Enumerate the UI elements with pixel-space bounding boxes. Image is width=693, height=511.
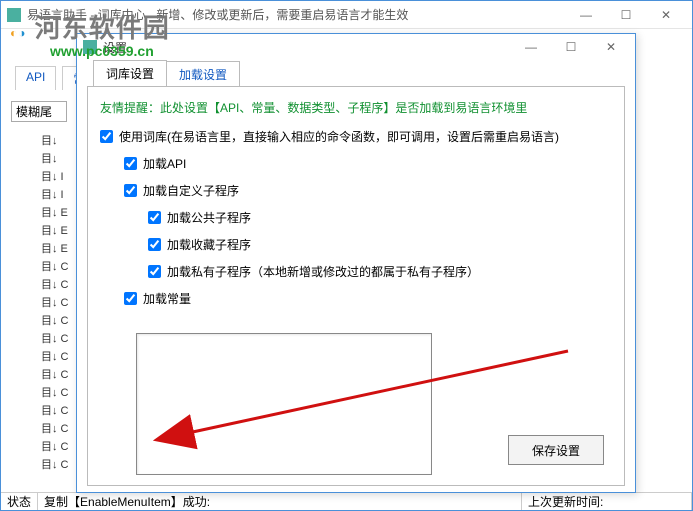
list-item[interactable]: 目↓ C	[41, 293, 71, 311]
list-item[interactable]: 目↓ C	[41, 365, 71, 383]
checkbox-public-label: 加载公共子程序	[167, 209, 251, 226]
list-item[interactable]: 目↓ E	[41, 239, 71, 257]
mode-select[interactable]: 模糊尾	[11, 101, 67, 122]
dialog-maximize-button[interactable]: ☐	[551, 35, 591, 59]
save-button[interactable]: 保存设置	[508, 435, 604, 465]
list-item[interactable]: 目↓ C	[41, 455, 71, 473]
checkbox-const[interactable]: 加载常量	[124, 290, 612, 307]
checkbox-private-input[interactable]	[148, 265, 161, 278]
checkbox-fav-input[interactable]	[148, 238, 161, 251]
checkbox-private-label: 加载私有子程序（本地新增或修改过的都属于私有子程序）	[167, 263, 479, 280]
list-item[interactable]: 目↓ C	[41, 311, 71, 329]
list-item[interactable]: 目↓ E	[41, 203, 71, 221]
list-item[interactable]: 目↓ C	[41, 329, 71, 347]
list-item[interactable]: 目↓ E	[41, 221, 71, 239]
maximize-button[interactable]: ☐	[606, 3, 646, 27]
list-item[interactable]: 目↓ C	[41, 437, 71, 455]
hint-prefix: 友情提醒：	[100, 101, 160, 115]
checkbox-use-lib-input[interactable]	[100, 130, 113, 143]
checkbox-use-lib-label: 使用词库(在易语言里，直接输入相应的命令函数，即可调用，设置后需重启易语言)	[119, 128, 559, 145]
checkbox-load-api-label: 加载API	[143, 155, 186, 172]
checkbox-load-api[interactable]: 加载API	[124, 155, 612, 172]
list-item[interactable]: 目↓ C	[41, 347, 71, 365]
checkbox-private[interactable]: 加载私有子程序（本地新增或修改过的都属于私有子程序）	[148, 263, 612, 280]
checkbox-const-input[interactable]	[124, 292, 137, 305]
main-titlebar: 易语言助手 - 词库中心 - 新增、修改或更新后，需要重启易语言才能生效 — ☐…	[1, 1, 692, 29]
main-title: 易语言助手 - 词库中心 - 新增、修改或更新后，需要重启易语言才能生效	[27, 6, 566, 23]
list-item[interactable]: 目↓ C	[41, 257, 71, 275]
tab-load-settings[interactable]: 加载设置	[166, 61, 240, 87]
dialog-close-button[interactable]: ✕	[591, 35, 631, 59]
side-list: 目↓目↓目↓ I目↓ I目↓ E目↓ E目↓ E目↓ C目↓ C目↓ C目↓ C…	[41, 131, 71, 508]
tab-api[interactable]: API	[15, 66, 56, 90]
checkbox-use-lib[interactable]: 使用词库(在易语言里，直接输入相应的命令函数，即可调用，设置后需重启易语言)	[100, 128, 612, 145]
list-item[interactable]: 目↓	[41, 149, 71, 167]
hint-body: 此处设置【API、常量、数据类型、子程序】是否加载到易语言环境里	[160, 101, 527, 115]
settings-dialog: 设置 — ☐ ✕ 词库设置 加载设置 友情提醒：此处设置【API、常量、数据类型…	[76, 33, 636, 493]
dialog-minimize-button[interactable]: —	[511, 35, 551, 59]
list-item[interactable]: 目↓ I	[41, 185, 71, 203]
list-item[interactable]: 目↓ C	[41, 419, 71, 437]
checkbox-load-sub[interactable]: 加载自定义子程序	[124, 182, 612, 199]
dialog-icon	[83, 40, 97, 54]
checkbox-const-label: 加载常量	[143, 290, 191, 307]
list-item[interactable]: 目↓ I	[41, 167, 71, 185]
list-item[interactable]: 目↓ C	[41, 383, 71, 401]
hint-text: 友情提醒：此处设置【API、常量、数据类型、子程序】是否加载到易语言环境里	[100, 99, 612, 116]
checkbox-load-sub-label: 加载自定义子程序	[143, 182, 239, 199]
list-item[interactable]: 目↓	[41, 131, 71, 149]
app-icon	[7, 8, 21, 22]
checkbox-fav-label: 加载收藏子程序	[167, 236, 251, 253]
checkbox-load-api-input[interactable]	[124, 157, 137, 170]
dialog-title: 设置	[103, 39, 511, 56]
checkbox-load-sub-input[interactable]	[124, 184, 137, 197]
minimize-button[interactable]: —	[566, 3, 606, 27]
const-listbox[interactable]	[136, 333, 432, 475]
tab-lib-settings[interactable]: 词库设置	[93, 60, 167, 86]
status-label: 状态	[1, 493, 38, 510]
checkbox-public[interactable]: 加载公共子程序	[148, 209, 612, 226]
settings-panel: 友情提醒：此处设置【API、常量、数据类型、子程序】是否加载到易语言环境里 使用…	[87, 86, 625, 486]
checkbox-fav[interactable]: 加载收藏子程序	[148, 236, 612, 253]
list-item[interactable]: 目↓ C	[41, 275, 71, 293]
checkbox-public-input[interactable]	[148, 211, 161, 224]
close-button[interactable]: ✕	[646, 3, 686, 27]
mode-value: 模糊尾	[16, 105, 52, 119]
dialog-titlebar: 设置 — ☐ ✕	[77, 34, 635, 60]
list-item[interactable]: 目↓ C	[41, 401, 71, 419]
